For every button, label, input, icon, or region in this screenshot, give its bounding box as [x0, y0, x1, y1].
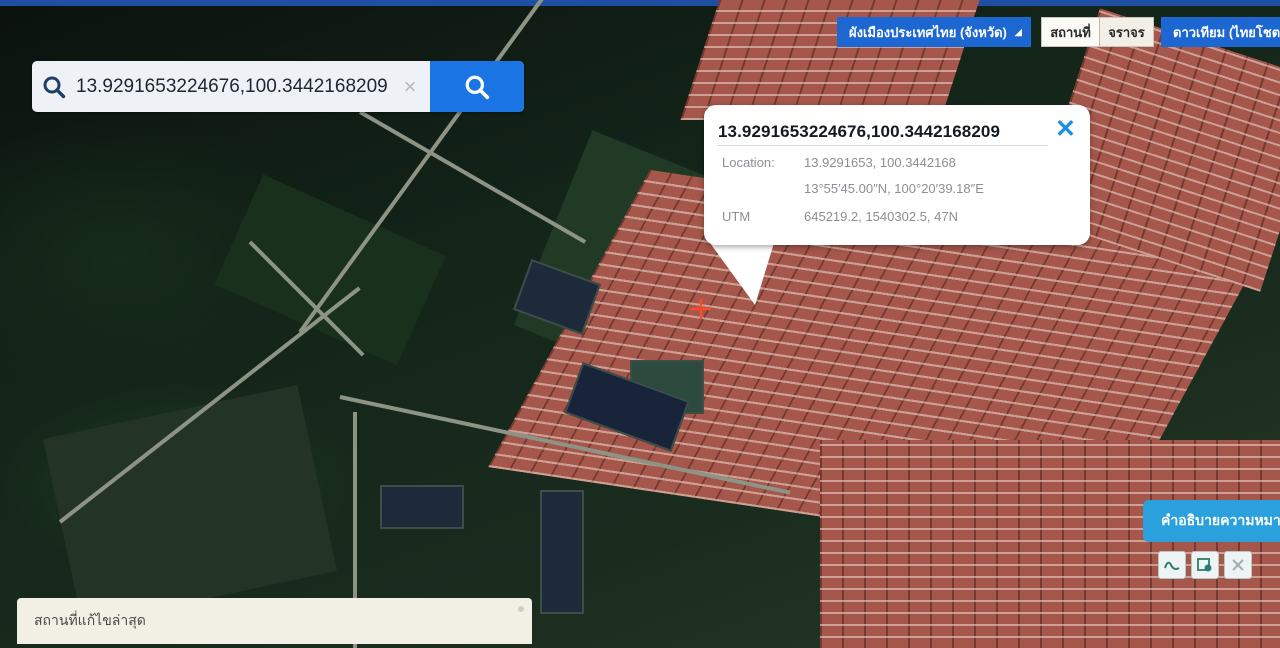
- popup-divider: [718, 145, 1048, 146]
- panel-handle: [518, 606, 524, 612]
- map-pond: [540, 490, 584, 614]
- search-input[interactable]: [76, 61, 390, 112]
- popup-title: 13.9291653224676,100.3442168209: [718, 122, 1000, 141]
- line-tool-button[interactable]: [1158, 551, 1186, 579]
- map-road: [359, 110, 587, 244]
- clear-search-button[interactable]: ×: [390, 61, 430, 112]
- area-tool-button[interactable]: [1191, 551, 1219, 579]
- layer-dropdown-label: ผังเมืองประเทศไทย (จังหวัด): [849, 24, 1007, 40]
- search-button[interactable]: [430, 61, 524, 112]
- places-toggle[interactable]: สถานที่: [1042, 18, 1100, 46]
- map-pond: [380, 485, 464, 529]
- line-tool-icon: [1164, 561, 1180, 570]
- close-popup-button[interactable]: ✕: [1055, 115, 1076, 143]
- location-label: Location:: [722, 155, 775, 170]
- overlay-toggle-group: สถานที่ จราจร: [1041, 17, 1154, 47]
- utm-label: UTM: [722, 209, 751, 224]
- search-icon: [465, 75, 490, 99]
- utm-value: 645219.2, 1540302.5, 47N: [804, 209, 958, 224]
- dms-value: 13°55′45.00″N, 100°20′39.18″E: [804, 181, 984, 196]
- recent-places-panel[interactable]: สถานที่แก้ไขล่าสุด: [17, 598, 532, 644]
- top-bar: [0, 0, 1280, 6]
- city-plan-layer-dropdown[interactable]: ผังเมืองประเทศไทย (จังหวัด) ◢: [837, 17, 1031, 47]
- satellite-layer-button[interactable]: ดาวเทียม (ไทยโชต: [1161, 17, 1280, 47]
- search-bar: ×: [32, 61, 524, 112]
- recent-places-label: สถานที่แก้ไขล่าสุด: [34, 612, 146, 628]
- clear-tool-button[interactable]: [1224, 551, 1252, 579]
- map-urban-area: [820, 440, 1280, 648]
- traffic-toggle[interactable]: จราจร: [1100, 18, 1153, 46]
- location-popup: 13.9291653224676,100.3442168209 ✕ Locati…: [704, 105, 1090, 245]
- search-icon: [32, 61, 76, 112]
- caret-icon: ◢: [1014, 26, 1022, 37]
- map-field: [214, 174, 446, 366]
- legend-button[interactable]: คำอธิบายความหมาย: [1143, 500, 1280, 542]
- clear-tool-icon: [1232, 559, 1244, 571]
- location-value: 13.9291653, 100.3442168: [804, 155, 956, 170]
- crosshair-marker-icon[interactable]: [690, 298, 712, 320]
- area-tool-icon: [1197, 558, 1212, 572]
